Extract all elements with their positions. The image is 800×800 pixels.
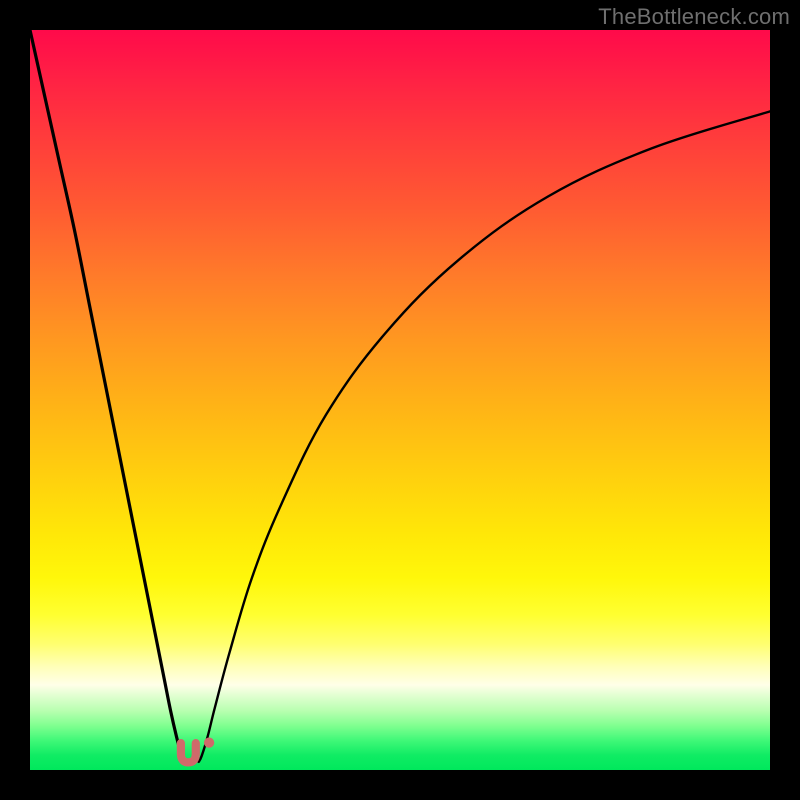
marker-dot [204,737,214,747]
marker-u-blob [181,743,196,762]
plot-area [30,30,770,770]
curve-left-branch [30,30,187,762]
chart-frame: TheBottleneck.com [0,0,800,800]
curve-right-branch [199,111,770,761]
watermark-text: TheBottleneck.com [598,4,790,30]
curves-svg [30,30,770,770]
